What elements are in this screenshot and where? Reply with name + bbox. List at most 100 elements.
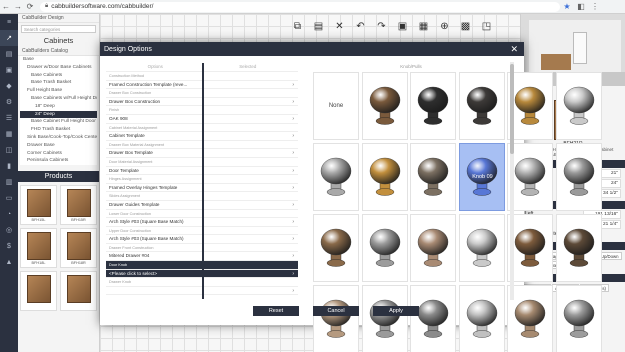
knob-scrollbar[interactable] <box>510 62 514 300</box>
knob-option[interactable] <box>458 72 505 140</box>
file-icon[interactable]: ▤ <box>0 46 18 62</box>
print-icon[interactable]: ▭ <box>0 190 18 206</box>
list-icon[interactable]: ☰ <box>0 110 18 126</box>
knob-option[interactable] <box>458 285 505 352</box>
tree-item[interactable]: FHD Trash Basket <box>20 126 97 134</box>
folder-icon[interactable]: ▣ <box>0 62 18 78</box>
reload-icon[interactable]: ⟳ <box>24 2 36 11</box>
knob-option[interactable] <box>410 285 456 352</box>
settings-icon[interactable]: ⚙ <box>0 94 18 110</box>
tree-item[interactable]: Base Cabinet Full Height Door w/... <box>20 118 97 126</box>
product-label: BFH18R <box>71 261 86 266</box>
browser-toolbar: ← → ⟳ 🔒︎ cabbuildersoftware.com/cabbuild… <box>0 0 625 14</box>
close-icon[interactable]: ✕ <box>510 44 518 55</box>
knob-option[interactable] <box>313 143 359 211</box>
stamp-icon[interactable]: ▩ <box>458 19 473 34</box>
knob-option[interactable] <box>555 285 602 352</box>
tree-item[interactable]: Peninsula Cabinets <box>20 157 97 165</box>
tree-item[interactable]: Base <box>20 56 97 64</box>
product-label: BFH15R <box>71 218 86 223</box>
knob-icon <box>514 299 546 338</box>
knob-option[interactable] <box>361 214 408 282</box>
cancel-button[interactable]: Cancel <box>313 306 359 316</box>
chevron-right-icon: › <box>292 115 294 122</box>
tree-item[interactable]: Full Height Base <box>20 87 97 95</box>
product-card[interactable]: BFH18R <box>60 228 97 269</box>
knob-option[interactable] <box>458 214 505 282</box>
knob-option[interactable] <box>313 214 359 282</box>
tree-item[interactable]: Drawer Base <box>20 142 97 150</box>
tree-item[interactable]: 18" Deep <box>20 103 97 111</box>
product-label: BFH15L <box>31 218 46 223</box>
tree-item[interactable]: Sink Base/Cook-Top/Cook Center <box>20 134 97 142</box>
hamburger-icon[interactable]: ≡ <box>0 14 18 30</box>
knob-option[interactable] <box>361 143 408 211</box>
forward-icon[interactable]: → <box>12 2 24 11</box>
star-icon[interactable]: ★ <box>560 2 574 11</box>
knob-icon <box>514 157 546 196</box>
tree-item[interactable]: Base Trash Basket <box>20 79 97 87</box>
table-view-icon[interactable]: ▦ <box>416 19 431 34</box>
knob-option[interactable] <box>361 285 408 352</box>
dollar-icon[interactable]: $ <box>0 238 18 254</box>
extension-icon[interactable]: ◧ <box>574 2 588 11</box>
chart-icon[interactable]: ↗ <box>0 30 18 46</box>
knob-option[interactable] <box>410 214 456 282</box>
shape-icon[interactable]: ▲ <box>0 254 18 270</box>
layout-icon[interactable]: ◳ <box>479 19 494 34</box>
scroll-thumb[interactable] <box>510 64 514 154</box>
knob-option[interactable]: None <box>313 72 359 140</box>
chevron-right-icon: › <box>292 81 294 88</box>
option-name: Upper Door Construction <box>109 228 151 233</box>
knob-option[interactable] <box>555 214 602 282</box>
option-value: Arch Style #03 (Square Base Match) <box>109 219 184 225</box>
knob-icon <box>563 299 594 338</box>
delete-icon[interactable]: ✕ <box>332 19 347 34</box>
product-card[interactable] <box>60 271 97 312</box>
menu-icon[interactable]: ⋮ <box>588 2 602 11</box>
catalog-label[interactable]: CabBuilders Catalog <box>18 47 99 56</box>
save-icon[interactable]: ▣ <box>395 19 410 34</box>
back-icon[interactable]: ← <box>0 2 12 11</box>
globe-icon[interactable]: ⊕ <box>437 19 452 34</box>
option-name: Drawer Box Material Assignment <box>109 142 165 147</box>
redo-icon[interactable]: ↷ <box>374 19 389 34</box>
tree-item[interactable]: Corner Cabinets <box>20 150 97 158</box>
cube-icon[interactable]: ◆ <box>0 78 18 94</box>
paste-icon[interactable]: ▤ <box>311 19 326 34</box>
apply-button[interactable]: Apply <box>373 306 419 316</box>
product-card[interactable]: BFH18L <box>20 228 57 269</box>
knob-option[interactable] <box>555 72 602 140</box>
option-value: Framed Overlay Hinges Template <box>109 184 178 190</box>
knob-option[interactable]: Knob 09 <box>458 143 505 211</box>
knob-option[interactable] <box>313 285 359 352</box>
tag-icon[interactable]: ▮ <box>0 158 18 174</box>
option-value: <Please click to select> <box>109 270 158 276</box>
option-value: Mitered Drawer #04 <box>109 253 150 259</box>
product-card[interactable]: BFH15L <box>20 185 57 226</box>
cabinet-panel: CabBuilder Design Search categories Cabi… <box>18 14 100 352</box>
address-bar[interactable]: 🔒︎ cabbuildersoftware.com/cabbuilder/ <box>40 1 560 12</box>
knob-option[interactable] <box>410 72 456 140</box>
undo-icon[interactable]: ↶ <box>353 19 368 34</box>
grid-icon[interactable]: ▦ <box>0 126 18 142</box>
tree-item[interactable]: Base Cabinets w/Full Height Door <box>20 95 97 103</box>
target-icon[interactable]: ◎ <box>0 222 18 238</box>
category-search-input[interactable]: Search categories <box>21 25 96 33</box>
knob-option[interactable] <box>410 143 456 211</box>
product-card[interactable]: BFH15R <box>60 185 97 226</box>
tree-item[interactable]: Drawer w/Door Base Cabinets <box>20 64 97 72</box>
tree-item[interactable]: 24" Deep <box>20 110 97 119</box>
category-tree: Base Drawer w/Door Base Cabinets Base Cabi… <box>20 56 97 166</box>
pie-icon[interactable]: ◔ <box>0 206 18 222</box>
knob-option[interactable] <box>361 72 408 140</box>
copy-icon[interactable]: ⧉ <box>290 19 305 34</box>
table-icon[interactable]: ▥ <box>0 174 18 190</box>
option-name: Drawer Box Construction <box>109 91 152 96</box>
knob-option[interactable] <box>555 143 602 211</box>
tree-item[interactable]: Base Cabinets <box>20 72 97 80</box>
chevron-right-icon: › <box>292 253 294 260</box>
layers-icon[interactable]: ◫ <box>0 142 18 158</box>
product-card[interactable] <box>20 271 57 312</box>
reset-button[interactable]: Reset <box>253 306 299 316</box>
